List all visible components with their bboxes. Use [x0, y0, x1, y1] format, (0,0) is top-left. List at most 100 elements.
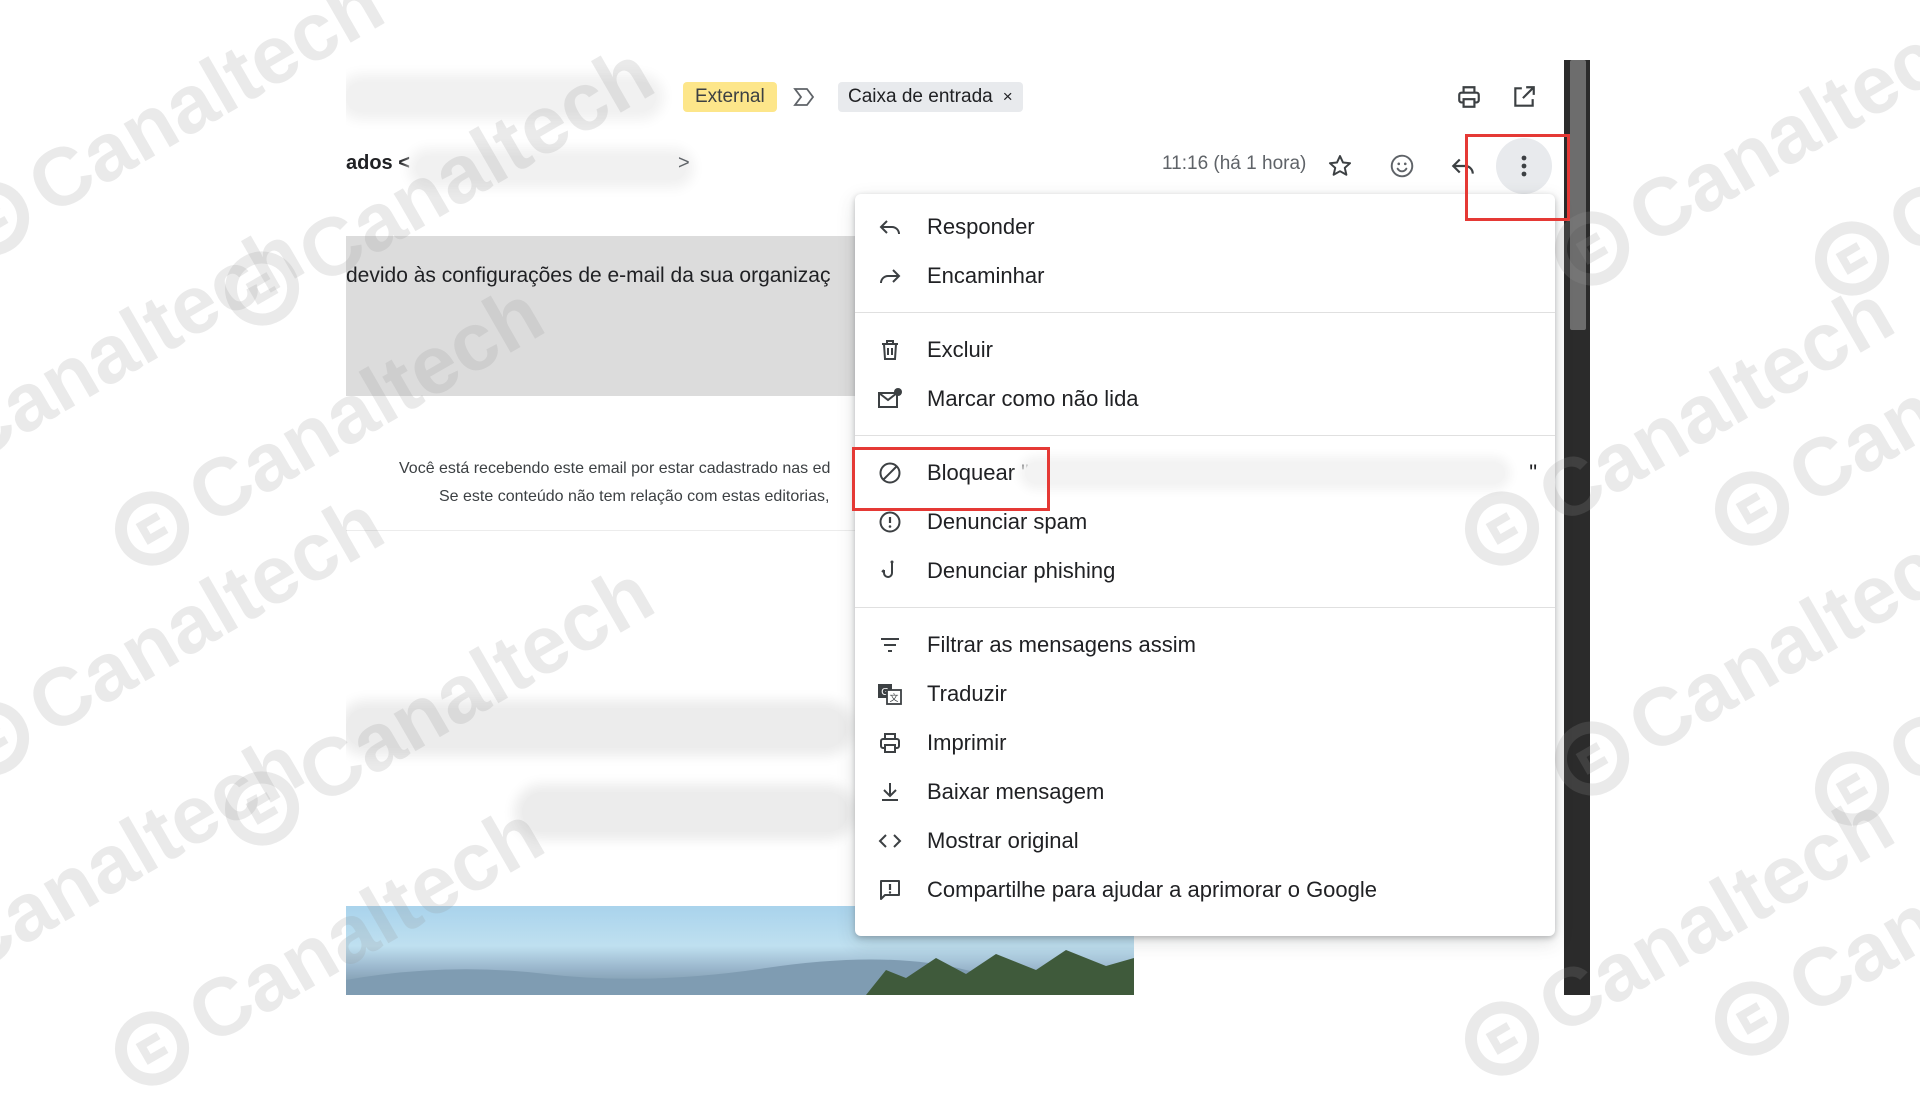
remove-label-button[interactable]: ×	[1003, 82, 1013, 112]
menu-item-label: Filtrar as mensagens assim	[927, 632, 1196, 658]
menu-item-filter[interactable]: Filtrar as mensagens assim	[855, 620, 1555, 669]
menu-item-delete[interactable]: Excluir	[855, 325, 1555, 374]
canaltech-watermark: Canaltech	[0, 716, 319, 1037]
content-divider	[346, 530, 906, 531]
canaltech-watermark: Canaltech	[1537, 496, 1920, 817]
menu-divider	[855, 435, 1555, 436]
menu-item-download[interactable]: Baixar mensagem	[855, 767, 1555, 816]
canaltech-watermark: Canaltech	[1797, 0, 1920, 318]
block-quote-close: "	[1529, 460, 1537, 486]
star-icon	[1327, 153, 1353, 179]
feedback-icon	[875, 875, 905, 905]
watermark-text: Canaltech	[0, 206, 319, 483]
watermark-text: Canaltech	[13, 476, 399, 753]
redacted-headline-1	[346, 708, 846, 748]
external-label: External	[683, 82, 777, 112]
watermark-text: Canaltech	[1613, 496, 1920, 773]
filter-icon	[875, 630, 905, 660]
code-icon	[875, 826, 905, 856]
canaltech-logo-icon	[1702, 968, 1803, 1069]
menu-divider	[855, 607, 1555, 608]
info-banner	[346, 236, 906, 396]
canaltech-logo-icon	[102, 478, 203, 579]
canaltech-logo-icon	[0, 688, 43, 789]
phishing-icon	[875, 556, 905, 586]
redacted-headline-2	[522, 792, 848, 832]
menu-item-label: Responder	[927, 214, 1035, 240]
add-reaction-button[interactable]	[1380, 144, 1424, 188]
star-button[interactable]	[1318, 144, 1362, 188]
scrollbar-thumb[interactable]	[1570, 60, 1586, 330]
notice-line-2: Se este conteúdo não tem relação com est…	[439, 488, 829, 506]
canaltech-logo-icon	[212, 238, 313, 339]
menu-item-label: Denunciar spam	[927, 509, 1087, 535]
menu-item-show-original[interactable]: Mostrar original	[855, 816, 1555, 865]
watermark-text: Canaltech	[0, 716, 319, 993]
canaltech-logo-icon	[0, 168, 43, 269]
watermark-text: Canaltech	[13, 0, 399, 234]
info-banner-text: devido às configurações de e-mail da sua…	[346, 264, 830, 288]
menu-item-label: Excluir	[927, 337, 993, 363]
print-icon	[875, 728, 905, 758]
menu-divider	[855, 312, 1555, 313]
spam-icon	[875, 507, 905, 537]
menu-item-label: Baixar mensagem	[927, 779, 1104, 805]
canaltech-watermark: Canaltech	[1697, 246, 1920, 567]
notice-line-1: Você está recebendo este email por estar…	[399, 460, 830, 478]
translate-icon: G文	[875, 679, 905, 709]
canaltech-watermark: Canaltech	[0, 0, 399, 278]
timestamp: 11:16 (há 1 hora)	[1162, 153, 1306, 175]
redacted-block-sender	[1025, 462, 1505, 484]
importance-marker-icon[interactable]	[793, 87, 815, 107]
inbox-label-text: Caixa de entrada	[848, 82, 993, 112]
redacted-subject	[346, 82, 656, 112]
canaltech-logo-icon	[1802, 738, 1903, 839]
sender-email-close: >	[678, 152, 690, 175]
canaltech-watermark: Canaltech	[1697, 756, 1920, 1077]
highlight-block-item	[852, 447, 1050, 511]
reply-icon	[875, 212, 905, 242]
watermark-text: Canaltech	[1873, 526, 1920, 803]
menu-item-label: Traduzir	[927, 681, 1007, 707]
menu-item-label: Denunciar phishing	[927, 558, 1115, 584]
menu-item-translate[interactable]: G文 Traduzir	[855, 669, 1555, 718]
menu-item-label: Compartilhe para ajudar a aprimorar o Go…	[927, 877, 1377, 903]
watermark-text: Canaltech	[1613, 0, 1920, 264]
trash-icon	[875, 335, 905, 365]
forward-icon	[875, 261, 905, 291]
canaltech-logo-icon	[1802, 208, 1903, 309]
canaltech-logo-icon	[1452, 988, 1553, 1089]
canaltech-logo-icon	[1702, 458, 1803, 559]
menu-item-forward[interactable]: Encaminhar	[855, 251, 1555, 300]
watermark-text: Canaltech	[1773, 756, 1920, 1033]
menu-item-label: Encaminhar	[927, 263, 1044, 289]
open-in-new-window-icon	[1511, 84, 1537, 110]
menu-item-report-phishing[interactable]: Denunciar phishing	[855, 546, 1555, 595]
redacted-sender-email	[416, 156, 686, 180]
menu-item-print[interactable]: Imprimir	[855, 718, 1555, 767]
menu-item-label: Marcar como não lida	[927, 386, 1139, 412]
inbox-label: Caixa de entrada ×	[838, 82, 1023, 112]
watermark-text: Canaltech	[1773, 246, 1920, 523]
menu-item-mark-unread[interactable]: Marcar como não lida	[855, 374, 1555, 423]
mark-unread-icon	[875, 384, 905, 414]
svg-text:文: 文	[889, 692, 898, 704]
menu-item-reply[interactable]: Responder	[855, 202, 1555, 251]
canaltech-logo-icon	[102, 998, 203, 1099]
highlight-more-options	[1465, 134, 1570, 221]
canaltech-logo-icon	[212, 758, 313, 859]
sender-name: ados <	[346, 152, 410, 175]
open-new-window-button[interactable]	[1502, 75, 1546, 119]
watermark-text: Canaltech	[1873, 0, 1920, 274]
download-icon	[875, 777, 905, 807]
canaltech-watermark: Canaltech	[0, 476, 399, 797]
sender-partial-text: ados <	[346, 152, 410, 174]
emoji-icon	[1389, 153, 1415, 179]
canaltech-watermark: Canaltech	[1797, 526, 1920, 847]
menu-item-label: Mostrar original	[927, 828, 1079, 854]
canaltech-watermark: Canaltech	[0, 206, 319, 527]
print-all-button[interactable]	[1447, 75, 1491, 119]
canaltech-watermark: Canaltech	[1537, 0, 1920, 308]
sender-email-bracket: >	[678, 152, 690, 174]
menu-item-share-feedback[interactable]: Compartilhe para ajudar a aprimorar o Go…	[855, 865, 1555, 914]
